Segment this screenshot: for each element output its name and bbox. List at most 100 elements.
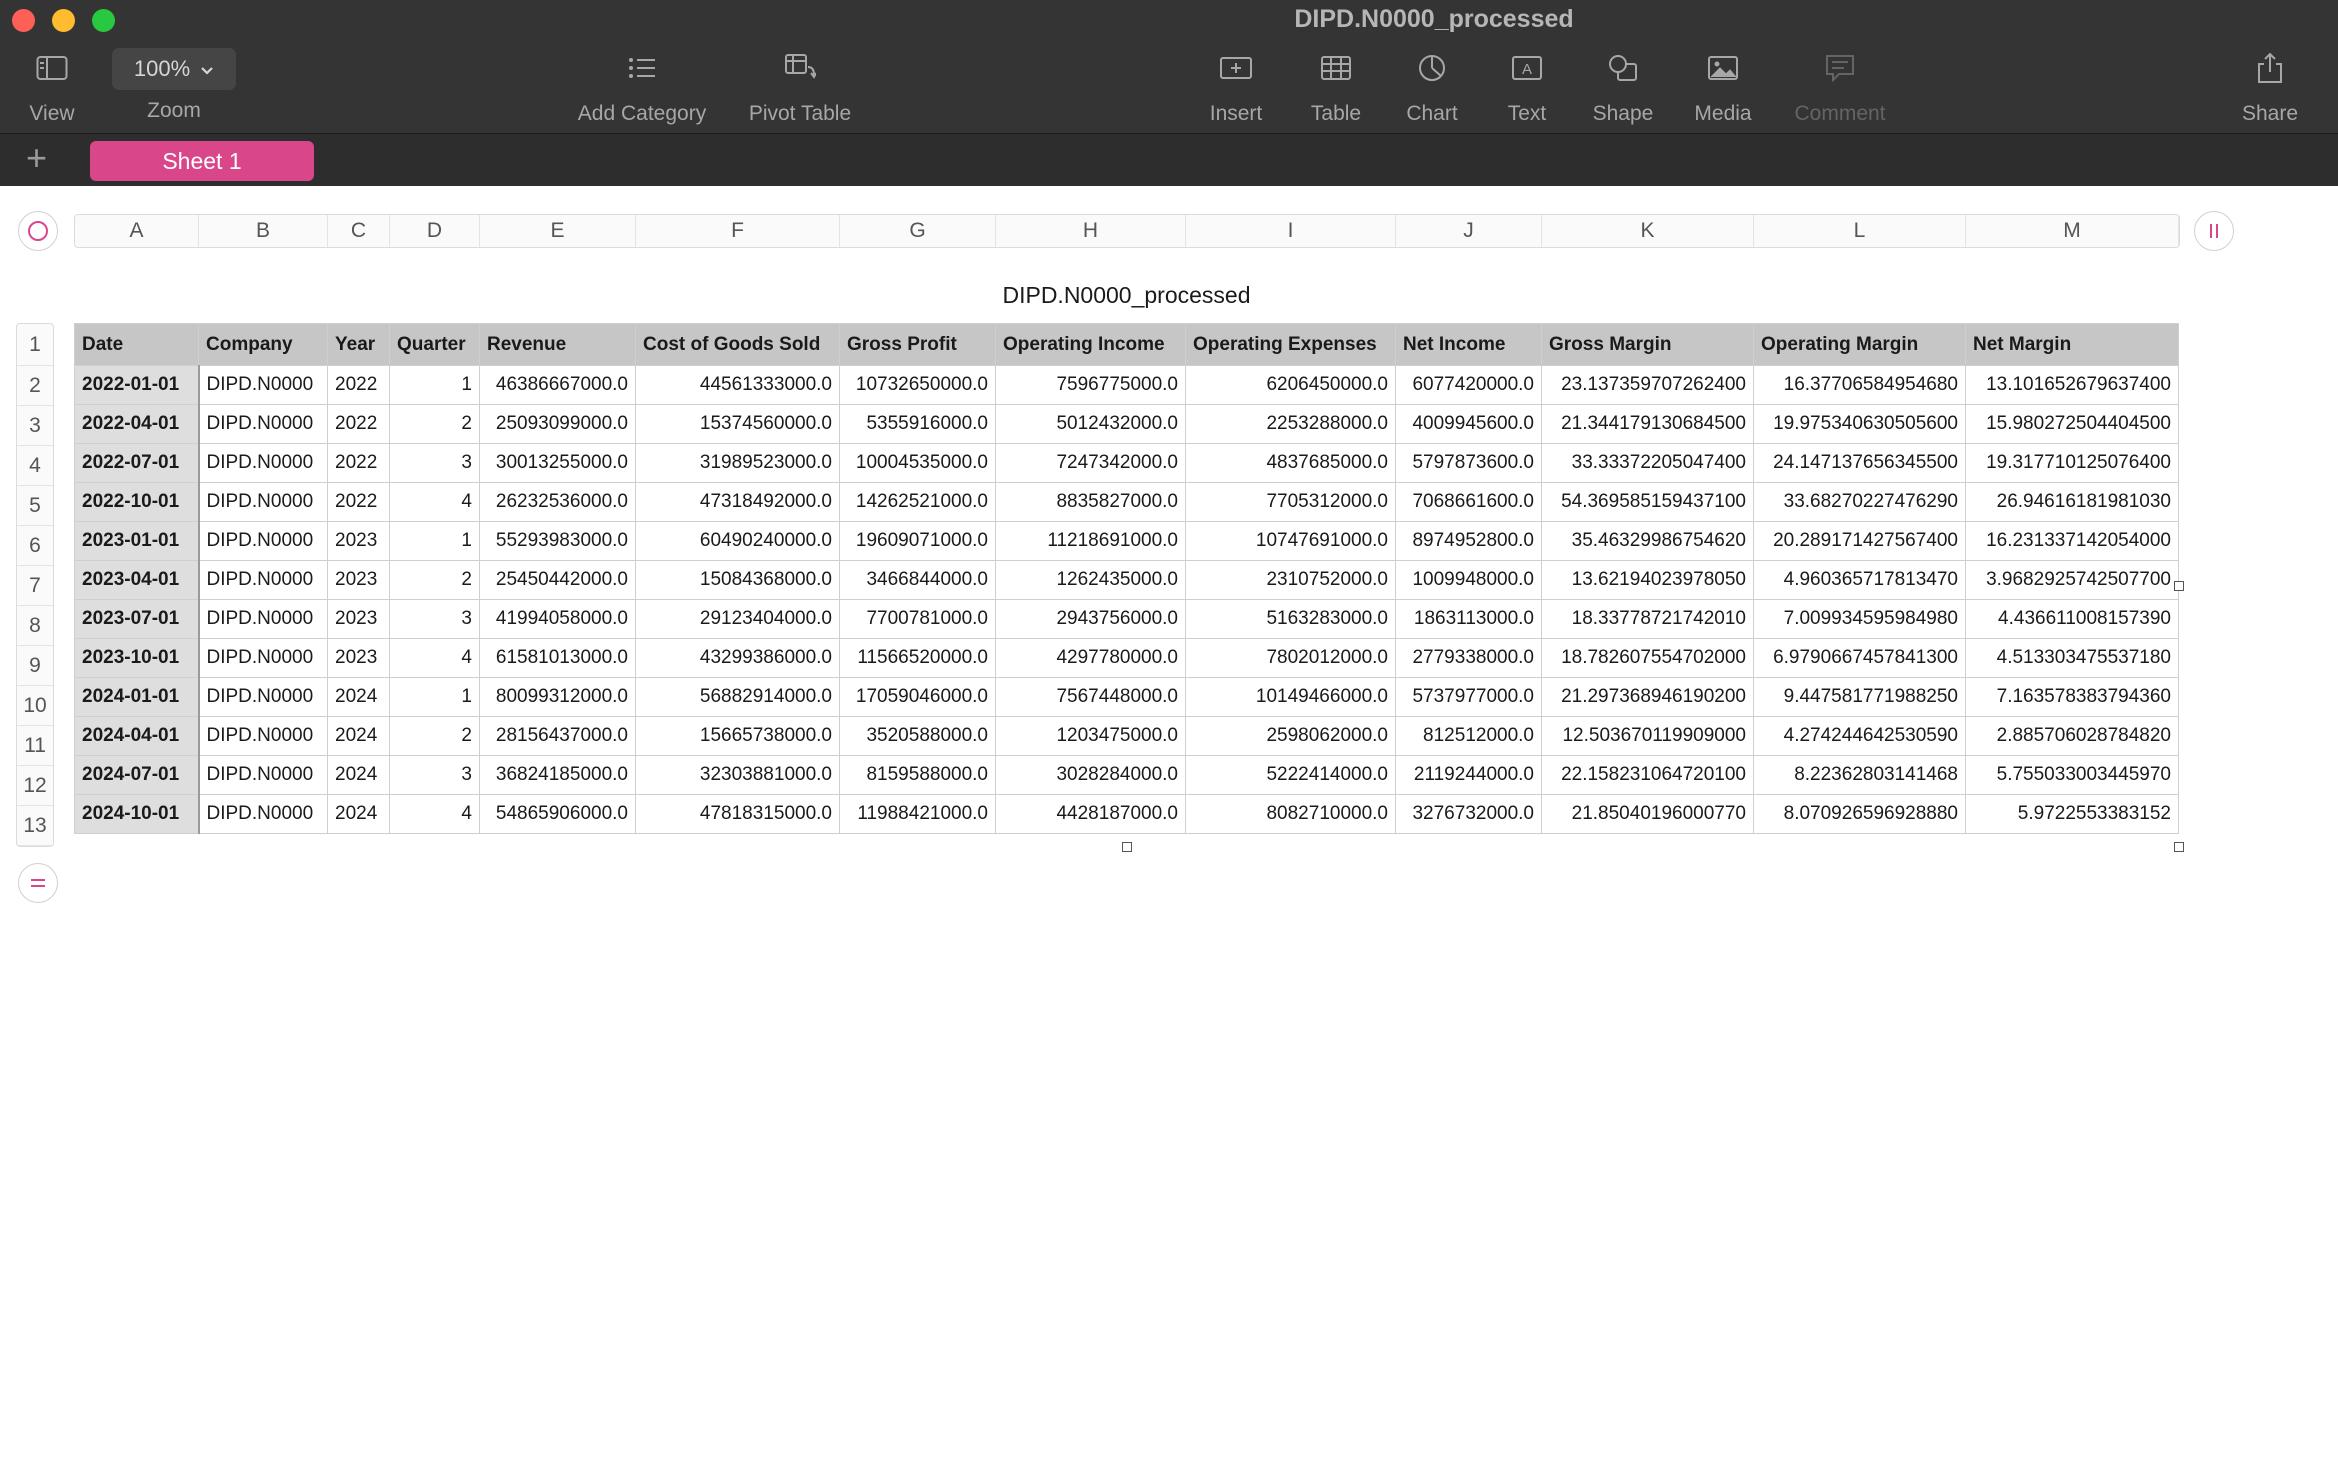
table-cell[interactable]: 2024-01-01 bbox=[74, 677, 200, 717]
table-cell[interactable]: DIPD.N0000 bbox=[198, 404, 328, 444]
table-cell[interactable]: 55293983000.0 bbox=[479, 521, 636, 561]
table-cell[interactable]: 15374560000.0 bbox=[635, 404, 840, 444]
table-cell[interactable]: 8835827000.0 bbox=[995, 482, 1186, 522]
column-header-l[interactable]: L bbox=[1754, 215, 1966, 247]
resize-handle-right[interactable] bbox=[2174, 581, 2184, 591]
select-table-button[interactable] bbox=[18, 211, 58, 251]
column-header-a[interactable]: A bbox=[75, 215, 199, 247]
table-cell[interactable]: 15665738000.0 bbox=[635, 716, 840, 756]
table-cell[interactable]: 4 bbox=[389, 482, 480, 522]
header-cell[interactable]: Net Income bbox=[1395, 323, 1542, 366]
table-cell[interactable]: 5.9722553383152 bbox=[1965, 794, 2179, 834]
column-header-c[interactable]: C bbox=[328, 215, 390, 247]
table-cell[interactable]: DIPD.N0000 bbox=[198, 755, 328, 795]
table-cell[interactable]: 6077420000.0 bbox=[1395, 365, 1542, 405]
row-header-2[interactable]: 2 bbox=[17, 366, 53, 406]
header-cell[interactable]: Net Margin bbox=[1965, 323, 2179, 366]
table-cell[interactable]: 5737977000.0 bbox=[1395, 677, 1542, 717]
table-cell[interactable]: 2943756000.0 bbox=[995, 599, 1186, 639]
table-cell[interactable]: 7.009934595984980 bbox=[1753, 599, 1966, 639]
table-cell[interactable]: DIPD.N0000 bbox=[198, 716, 328, 756]
table-cell[interactable]: 2023-01-01 bbox=[74, 521, 200, 561]
table-cell[interactable]: DIPD.N0000 bbox=[198, 560, 328, 600]
table-cell[interactable]: 15084368000.0 bbox=[635, 560, 840, 600]
table-cell[interactable]: 22.158231064720100 bbox=[1541, 755, 1754, 795]
header-cell[interactable]: Gross Margin bbox=[1541, 323, 1754, 366]
table-cell[interactable]: 18.782607554702000 bbox=[1541, 638, 1754, 678]
header-cell[interactable]: Operating Income bbox=[995, 323, 1186, 366]
row-header-10[interactable]: 10 bbox=[17, 686, 53, 726]
table-cell[interactable]: 41994058000.0 bbox=[479, 599, 636, 639]
table-cell[interactable]: 2 bbox=[389, 560, 480, 600]
table-cell[interactable]: 2 bbox=[389, 716, 480, 756]
table-cell[interactable]: 3520588000.0 bbox=[839, 716, 996, 756]
table-cell[interactable]: 33.33372205047400 bbox=[1541, 443, 1754, 483]
table-cell[interactable]: 24.147137656345500 bbox=[1753, 443, 1966, 483]
table-cell[interactable]: 17059046000.0 bbox=[839, 677, 996, 717]
table-cell[interactable]: 1203475000.0 bbox=[995, 716, 1186, 756]
table-cell[interactable]: 21.85040196000770 bbox=[1541, 794, 1754, 834]
table-cell[interactable]: 5797873600.0 bbox=[1395, 443, 1542, 483]
table-cell[interactable]: 44561333000.0 bbox=[635, 365, 840, 405]
table-cell[interactable]: 26232536000.0 bbox=[479, 482, 636, 522]
table-cell[interactable]: DIPD.N0000 bbox=[198, 677, 328, 717]
table-cell[interactable]: 54865906000.0 bbox=[479, 794, 636, 834]
table-cell[interactable]: 7567448000.0 bbox=[995, 677, 1186, 717]
table-cell[interactable]: 1863113000.0 bbox=[1395, 599, 1542, 639]
table-cell[interactable]: 33.68270227476290 bbox=[1753, 482, 1966, 522]
table-cell[interactable]: 7247342000.0 bbox=[995, 443, 1186, 483]
table-cell[interactable]: DIPD.N0000 bbox=[198, 482, 328, 522]
table-cell[interactable]: DIPD.N0000 bbox=[198, 443, 328, 483]
row-header-13[interactable]: 13 bbox=[17, 806, 53, 846]
table-cell[interactable]: 3466844000.0 bbox=[839, 560, 996, 600]
header-cell[interactable]: Operating Expenses bbox=[1185, 323, 1396, 366]
tab-sheet-1[interactable]: Sheet 1 bbox=[90, 141, 314, 181]
row-header-1[interactable]: 1 bbox=[17, 324, 53, 366]
table-cell[interactable]: 10747691000.0 bbox=[1185, 521, 1396, 561]
column-header-m[interactable]: M bbox=[1966, 215, 2179, 247]
table-cell[interactable]: 2023-07-01 bbox=[74, 599, 200, 639]
table-cell[interactable]: 35.46329986754620 bbox=[1541, 521, 1754, 561]
table-cell[interactable]: 1 bbox=[389, 521, 480, 561]
header-cell[interactable]: Year bbox=[327, 323, 390, 366]
table-cell[interactable]: 2022-07-01 bbox=[74, 443, 200, 483]
table-cell[interactable]: 4.513303475537180 bbox=[1965, 638, 2179, 678]
table-cell[interactable]: 26.94616181981030 bbox=[1965, 482, 2179, 522]
table-cell[interactable]: 2253288000.0 bbox=[1185, 404, 1396, 444]
row-header-12[interactable]: 12 bbox=[17, 766, 53, 806]
header-cell[interactable]: Company bbox=[198, 323, 328, 366]
table-cell[interactable]: 56882914000.0 bbox=[635, 677, 840, 717]
table-cell[interactable]: 4 bbox=[389, 794, 480, 834]
table-cell[interactable]: 3 bbox=[389, 755, 480, 795]
add-category-button[interactable]: Add Category bbox=[562, 48, 722, 126]
table-cell[interactable]: 36824185000.0 bbox=[479, 755, 636, 795]
row-header-3[interactable]: 3 bbox=[17, 406, 53, 446]
row-header-4[interactable]: 4 bbox=[17, 446, 53, 486]
column-header-e[interactable]: E bbox=[480, 215, 636, 247]
header-cell[interactable]: Revenue bbox=[479, 323, 636, 366]
table-cell[interactable]: 2024-07-01 bbox=[74, 755, 200, 795]
table-cell[interactable]: 4.436611008157390 bbox=[1965, 599, 2179, 639]
table-cell[interactable]: 13.62194023978050 bbox=[1541, 560, 1754, 600]
column-header-i[interactable]: I bbox=[1186, 215, 1396, 247]
table-cell[interactable]: 14262521000.0 bbox=[839, 482, 996, 522]
add-column-handle[interactable] bbox=[2194, 211, 2234, 251]
table-cell[interactable]: 4 bbox=[389, 638, 480, 678]
table-cell[interactable]: 2024-10-01 bbox=[74, 794, 200, 834]
table-cell[interactable]: 5222414000.0 bbox=[1185, 755, 1396, 795]
table-cell[interactable]: 2024 bbox=[327, 794, 390, 834]
column-header-f[interactable]: F bbox=[636, 215, 840, 247]
table-cell[interactable]: 47318492000.0 bbox=[635, 482, 840, 522]
table-cell[interactable]: 2024 bbox=[327, 716, 390, 756]
table-cell[interactable]: 23.137359707262400 bbox=[1541, 365, 1754, 405]
table-cell[interactable]: 2022-01-01 bbox=[74, 365, 200, 405]
header-cell[interactable]: Gross Profit bbox=[839, 323, 996, 366]
table-cell[interactable]: 7700781000.0 bbox=[839, 599, 996, 639]
table-cell[interactable]: 61581013000.0 bbox=[479, 638, 636, 678]
table-cell[interactable]: 31989523000.0 bbox=[635, 443, 840, 483]
table-cell[interactable]: 2023 bbox=[327, 599, 390, 639]
table-cell[interactable]: 2022-10-01 bbox=[74, 482, 200, 522]
column-header-j[interactable]: J bbox=[1396, 215, 1542, 247]
table-cell[interactable]: 3028284000.0 bbox=[995, 755, 1186, 795]
table-cell[interactable]: 46386667000.0 bbox=[479, 365, 636, 405]
